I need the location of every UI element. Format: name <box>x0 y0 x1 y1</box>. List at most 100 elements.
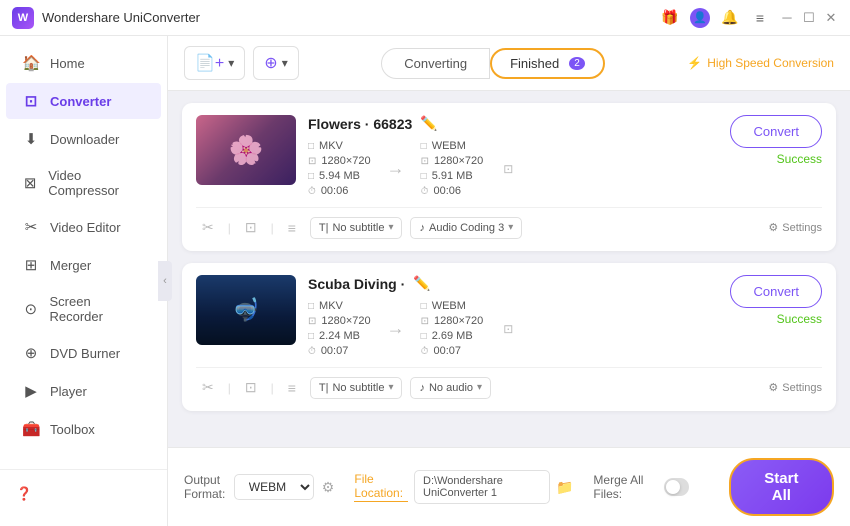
bell-icon[interactable]: 🔔 <box>720 8 740 28</box>
file-2-src-dur-row: ⏱ 00:07 <box>308 345 371 357</box>
sidebar-item-screen-recorder[interactable]: ⊙ Screen Recorder <box>6 285 161 333</box>
file-1-src-format-row: □ MKV <box>308 140 371 152</box>
add-screen-button[interactable]: ⊕ ▾ <box>253 46 298 80</box>
file-2-tgt-dur-row: ⏱ 00:07 <box>421 345 484 357</box>
main-layout: 🏠 Home ⊡ Converter ⬇ Downloader ⊠ Video … <box>0 36 850 526</box>
file-1-source-format: □ MKV ⊡ 1280×720 □ 5.94 <box>308 140 371 197</box>
file-2-format-icon[interactable]: ⊡ <box>503 322 513 336</box>
file-1-tgt-duration: 00:06 <box>433 185 461 197</box>
subtitle-icon-2: T| <box>319 382 329 394</box>
settings-button-2[interactable]: ⚙ Settings <box>768 381 822 394</box>
subtitle-dropdown-1[interactable]: T| No subtitle ▾ <box>310 217 403 239</box>
sidebar-item-player[interactable]: ▶ Player <box>6 373 161 409</box>
file-1-format-icon[interactable]: ⊡ <box>503 162 513 176</box>
audio-chevron-icon: ▾ <box>508 222 513 233</box>
tab-finished[interactable]: Finished 2 <box>490 48 605 79</box>
file-location-path: D:\Wondershare UniConverter 1 <box>414 470 550 504</box>
output-format-select[interactable]: WEBM <box>234 474 314 500</box>
file-card-2-top: Scuba Diving · ✏️ □ MKV <box>196 275 822 357</box>
sidebar-label-toolbox: Toolbox <box>50 422 95 437</box>
close-button[interactable]: ✕ <box>824 11 838 25</box>
file-2-file-icon: □ <box>308 301 314 312</box>
file-1-tgt-dur-row: ⏱ 00:06 <box>421 185 484 197</box>
lightning-icon: ⚡ <box>687 56 702 70</box>
file-1-src-res-row: ⊡ 1280×720 <box>308 155 371 167</box>
audio-value-2: No audio <box>429 382 473 394</box>
file-1-edit-icon[interactable]: ✏️ <box>420 115 437 132</box>
file-2-tgt-format-row: □ WEBM <box>421 300 484 312</box>
file-2-convert-button[interactable]: Convert <box>730 275 822 308</box>
output-format-settings-icon[interactable]: ⚙ <box>322 479 335 496</box>
sidebar-item-home[interactable]: 🏠 Home <box>6 45 161 81</box>
merger-icon: ⊞ <box>22 256 40 274</box>
sidebar-item-merger[interactable]: ⊞ Merger <box>6 247 161 283</box>
sidebar-label-screen-recorder: Screen Recorder <box>49 294 145 324</box>
file-1-tgt-size: 5.91 MB <box>432 170 473 182</box>
settings-button-1[interactable]: ⚙ Settings <box>768 221 822 234</box>
sidebar-collapse-button[interactable]: ‹ <box>158 261 172 301</box>
subtitle-value-1: No subtitle <box>332 222 384 234</box>
file-2-tgt-dur-icon: ⏱ <box>421 346 429 357</box>
target-dur-icon: ⏱ <box>421 186 429 197</box>
merge-toggle[interactable] <box>664 478 689 496</box>
file-icon: □ <box>308 141 314 152</box>
crop-icon-1[interactable]: ⊡ <box>239 216 263 239</box>
target-res-icon: ⊡ <box>421 156 429 167</box>
add-files-button[interactable]: 📄+ ▾ <box>184 46 245 80</box>
file-2-src-resolution: 1280×720 <box>321 315 370 327</box>
cut-icon-2[interactable]: ✂ <box>196 376 220 399</box>
folder-icon[interactable]: 📁 <box>556 479 573 496</box>
maximize-button[interactable]: ☐ <box>802 11 816 25</box>
output-format-section: Output Format: WEBM ⚙ <box>184 473 334 501</box>
file-2-tgt-res-row: ⊡ 1280×720 <box>421 315 484 327</box>
file-2-actions: Convert Success <box>730 275 822 326</box>
file-1-info: Flowers · 66823 ✏️ □ MKV <box>308 115 718 197</box>
sidebar-item-downloader[interactable]: ⬇ Downloader <box>6 121 161 157</box>
subtitle-icon: T| <box>319 222 329 234</box>
subtitle-dropdown-2[interactable]: T| No subtitle ▾ <box>310 377 403 399</box>
audio-icon: ♪ <box>419 222 425 234</box>
sidebar-item-video-compressor[interactable]: ⊠ Video Compressor <box>6 159 161 207</box>
sidebar-bottom: ❓ <box>0 469 167 518</box>
cards-area: Flowers · 66823 ✏️ □ MKV <box>168 91 850 447</box>
toolbox-icon: 🧰 <box>22 420 40 438</box>
crop-icon-2[interactable]: ⊡ <box>239 376 263 399</box>
gift-icon[interactable]: 🎁 <box>660 8 680 28</box>
audio-dropdown-1[interactable]: ♪ Audio Coding 3 ▾ <box>410 217 522 239</box>
player-icon: ▶ <box>22 382 40 400</box>
video-compressor-icon: ⊠ <box>22 174 38 192</box>
top-toolbar: 📄+ ▾ ⊕ ▾ Converting Finished 2 <box>168 36 850 91</box>
finished-tab-label: Finished <box>510 56 559 71</box>
start-all-button[interactable]: Start All <box>729 458 834 516</box>
help-icon: ❓ <box>16 486 32 502</box>
cut-icon-1[interactable]: ✂ <box>196 216 220 239</box>
file-location-label: File Location: <box>354 472 408 502</box>
user-icon[interactable]: 👤 <box>690 8 710 28</box>
file-1-src-resolution: 1280×720 <box>321 155 370 167</box>
sidebar-item-dvd-burner[interactable]: ⊕ DVD Burner <box>6 335 161 371</box>
audio-dropdown-2[interactable]: ♪ No audio ▾ <box>410 377 491 399</box>
sidebar-item-toolbox[interactable]: 🧰 Toolbox <box>6 411 161 447</box>
tab-converting[interactable]: Converting <box>381 48 490 79</box>
audio-value-1: Audio Coding 3 <box>429 222 504 234</box>
sidebar-item-converter[interactable]: ⊡ Converter <box>6 83 161 119</box>
sidebar-item-video-editor[interactable]: ✂ Video Editor <box>6 209 161 245</box>
file-2-src-format: MKV <box>319 300 343 312</box>
file-1-convert-button[interactable]: Convert <box>730 115 822 148</box>
sidebar-bottom-help[interactable]: ❓ <box>0 478 167 510</box>
settings-icon-2[interactable]: ≡ <box>282 377 302 399</box>
settings-icon-1[interactable]: ≡ <box>282 217 302 239</box>
file-2-conversion-row: □ MKV ⊡ 1280×720 □ 2.24 <box>308 300 718 357</box>
file-1-src-duration: 00:06 <box>321 185 349 197</box>
screen-recorder-icon: ⊙ <box>22 300 39 318</box>
add-files-icon: 📄+ <box>195 53 224 73</box>
file-2-tgt-format: WEBM <box>432 300 466 312</box>
file-1-actions: Convert Success <box>730 115 822 166</box>
sidebar-label-home: Home <box>50 56 85 71</box>
high-speed-button[interactable]: ⚡ High Speed Conversion <box>687 56 834 70</box>
menu-icon[interactable]: ≡ <box>750 8 770 28</box>
file-1-tgt-format: WEBM <box>432 140 466 152</box>
file-2-edit-icon[interactable]: ✏️ <box>413 275 430 292</box>
minimize-button[interactable]: ─ <box>780 11 794 25</box>
arrow-icon-1: → <box>381 158 411 179</box>
